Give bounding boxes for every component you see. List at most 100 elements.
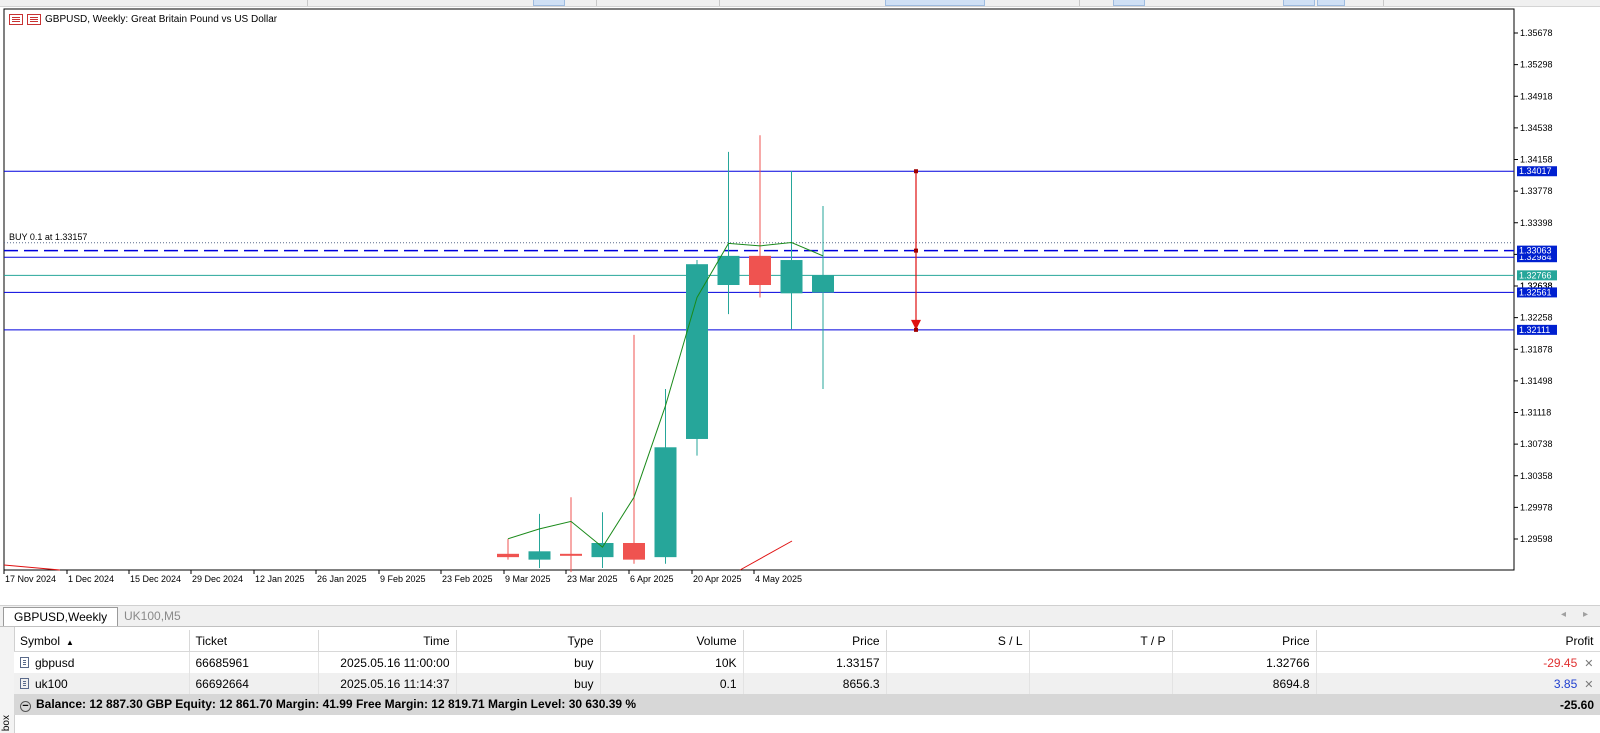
tab-gbpusd-weekly[interactable]: GBPUSD,Weekly bbox=[3, 607, 119, 626]
col-symbol[interactable]: Symbol ▲ bbox=[14, 630, 190, 652]
arrow-handle bbox=[914, 327, 918, 332]
terminal-side-bar: box bbox=[0, 627, 15, 733]
collapse-icon[interactable]: − bbox=[20, 701, 31, 712]
col-tp[interactable]: T / P bbox=[1029, 630, 1173, 652]
col-current-price[interactable]: Price bbox=[1172, 630, 1317, 652]
x-tick-label: 26 Jan 2025 bbox=[317, 574, 367, 584]
x-tick-label: 23 Feb 2025 bbox=[442, 574, 493, 584]
row-profit: 3.85 bbox=[1553, 676, 1578, 691]
row-sl[interactable] bbox=[886, 673, 1030, 694]
row-time: 2025.05.16 11:00:00 bbox=[318, 651, 457, 673]
candle-body bbox=[497, 553, 519, 558]
row-tp[interactable] bbox=[1029, 651, 1173, 673]
x-tick-label: 9 Feb 2025 bbox=[380, 574, 426, 584]
y-tick-label: 1.33778 bbox=[1520, 186, 1553, 196]
row-time: 2025.05.16 11:14:37 bbox=[318, 673, 457, 694]
col-type[interactable]: Type bbox=[456, 630, 601, 652]
chart-title: GBPUSD, Weekly: Great Britain Pound vs U… bbox=[9, 14, 277, 25]
arrow-handle bbox=[914, 169, 918, 174]
row-symbol: uk100 bbox=[35, 676, 68, 691]
row-ticket: 66692664 bbox=[189, 673, 319, 694]
position-icon bbox=[20, 656, 29, 668]
total-profit: -25.60 bbox=[1316, 694, 1600, 715]
close-position-icon[interactable]: ✕ bbox=[1584, 658, 1593, 670]
table-row[interactable]: gbpusd 66685961 2025.05.16 11:00:00 buy … bbox=[14, 651, 1600, 673]
table-row[interactable]: uk100 66692664 2025.05.16 11:14:37 buy 0… bbox=[14, 673, 1600, 694]
tabs-scroll-right-icon[interactable]: ▸ bbox=[1583, 609, 1588, 620]
y-tick-label: 1.31498 bbox=[1520, 376, 1553, 386]
x-tick-label: 20 Apr 2025 bbox=[693, 574, 742, 584]
y-tick-label: 1.31118 bbox=[1520, 408, 1551, 418]
balance-summary: Balance: 12 887.30 GBP Equity: 12 861.70… bbox=[36, 697, 637, 711]
col-volume[interactable]: Volume bbox=[600, 630, 744, 652]
order-label: BUY 0.1 at 1.33157 bbox=[9, 232, 87, 242]
row-price: 8656.3 bbox=[743, 673, 887, 694]
level-price-tag: 1.32111 bbox=[1519, 325, 1550, 335]
arrow-handle bbox=[914, 248, 918, 253]
y-tick-label: 1.30738 bbox=[1520, 439, 1553, 449]
candle-body bbox=[560, 553, 582, 556]
x-tick-label: 4 May 2025 bbox=[755, 574, 802, 584]
current-price-tag: 1.32766 bbox=[1519, 270, 1552, 280]
col-ticket[interactable]: Ticket bbox=[189, 630, 319, 652]
row-type: buy bbox=[456, 651, 601, 673]
x-tick-label: 6 Apr 2025 bbox=[630, 574, 674, 584]
row-sl[interactable] bbox=[886, 651, 1030, 673]
row-volume: 10K bbox=[600, 651, 744, 673]
col-sl[interactable]: S / L bbox=[886, 630, 1030, 652]
col-profit[interactable]: Profit bbox=[1316, 630, 1600, 652]
col-time[interactable]: Time bbox=[318, 630, 457, 652]
y-tick-label: 1.35298 bbox=[1520, 60, 1553, 70]
y-tick-label: 1.29598 bbox=[1520, 534, 1553, 544]
level-price-tag: 1.32561 bbox=[1519, 287, 1552, 297]
row-profit: -29.45 bbox=[1543, 655, 1578, 670]
candle-body bbox=[686, 264, 708, 439]
row-volume: 0.1 bbox=[600, 673, 744, 694]
x-tick-label: 9 Mar 2025 bbox=[505, 574, 551, 584]
tabs-scroll-left-icon[interactable]: ◂ bbox=[1561, 609, 1566, 620]
chart-window[interactable]: 1.35678 1.35298 1.34918 1.34538 1.34158 1.337… bbox=[0, 6, 1600, 590]
candle-body bbox=[591, 542, 614, 558]
col-price[interactable]: Price bbox=[743, 630, 887, 652]
y-tick-label: 1.34538 bbox=[1520, 123, 1553, 133]
y-tick-label: 1.32258 bbox=[1520, 313, 1553, 323]
y-tick-label: 1.31878 bbox=[1520, 344, 1553, 354]
row-tp[interactable] bbox=[1029, 673, 1173, 694]
terminal-panel: box Symbol ▲ Ticket Time Type Volume Pric… bbox=[0, 627, 1600, 733]
position-icon bbox=[20, 677, 29, 689]
chart-title-text: GBPUSD, Weekly: Great Britain Pound vs U… bbox=[45, 14, 278, 25]
row-current-price: 8694.8 bbox=[1172, 673, 1317, 694]
chart-tabs: GBPUSD,Weekly UK100,M5 ◂ ▸ bbox=[0, 605, 1600, 627]
x-tick-label: 23 Mar 2025 bbox=[567, 574, 618, 584]
candle-body bbox=[780, 260, 803, 294]
x-tick-label: 1 Dec 2024 bbox=[68, 574, 114, 584]
terminal-side-label: box bbox=[1, 714, 12, 731]
candle-body bbox=[812, 275, 834, 293]
x-tick-label: 15 Dec 2024 bbox=[130, 574, 181, 584]
trade-table: Symbol ▲ Ticket Time Type Volume Price S … bbox=[14, 630, 1600, 715]
chart-menu-icon[interactable] bbox=[9, 14, 23, 25]
y-tick-label: 1.34918 bbox=[1520, 91, 1553, 101]
candle-body bbox=[654, 447, 677, 558]
x-tick-label: 29 Dec 2024 bbox=[192, 574, 243, 584]
balance-row: − Balance: 12 887.30 GBP Equity: 12 861.7… bbox=[14, 694, 1600, 715]
row-price: 1.33157 bbox=[743, 651, 887, 673]
dashed-price-tag: 1.33063 bbox=[1519, 246, 1552, 256]
row-current-price: 1.32766 bbox=[1172, 651, 1317, 673]
candle-body bbox=[528, 551, 551, 560]
close-position-icon[interactable]: ✕ bbox=[1584, 679, 1593, 691]
tab-uk100-m5[interactable]: UK100,M5 bbox=[114, 607, 191, 625]
y-tick-label: 1.29978 bbox=[1520, 502, 1553, 512]
x-tick-label: 17 Nov 2024 bbox=[5, 574, 56, 584]
row-type: buy bbox=[456, 673, 601, 694]
level-price-tag: 1.34017 bbox=[1519, 166, 1552, 176]
y-tick-label: 1.33398 bbox=[1520, 218, 1553, 228]
price-chart[interactable]: 1.35678 1.35298 1.34918 1.34538 1.34158 1.337… bbox=[0, 6, 1600, 590]
x-tick-label: 12 Jan 2025 bbox=[255, 574, 305, 584]
row-symbol: gbpusd bbox=[35, 655, 75, 670]
candle-body bbox=[717, 255, 740, 286]
candle-body bbox=[749, 255, 771, 286]
chart-properties-icon[interactable] bbox=[27, 14, 41, 25]
candle-body bbox=[623, 542, 645, 560]
table-header: Symbol ▲ Ticket Time Type Volume Price S … bbox=[14, 630, 1600, 652]
